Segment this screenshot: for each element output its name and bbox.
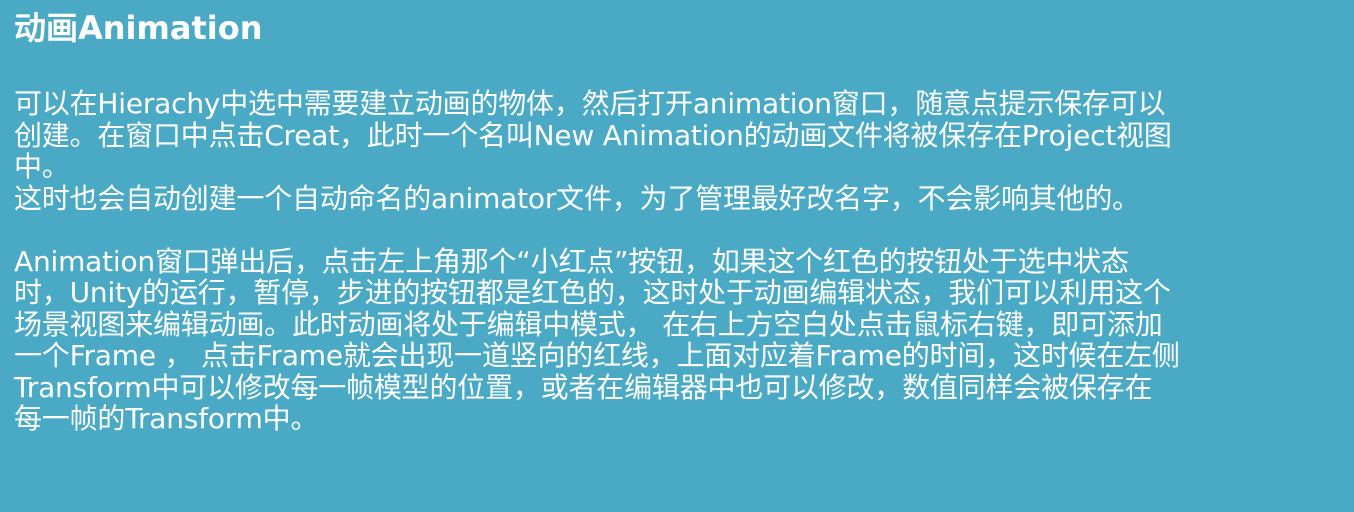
text-line: 每一帧的Transform中。 [14,402,319,435]
text-line: Animation窗口弹出后，点击左上角那个“小红点”按钮，如果这个红色的按钮处… [14,244,1129,278]
text-line: Transform中可以修改每一帧模型的位置，或者在编辑器中也可以修改，数值同样… [14,370,1153,404]
text-line: 可以在Hierachy中选中需要建立动画的物体，然后打开animation窗口，… [14,87,1166,120]
text-line: 场景视图来编辑动画。此时动画将处于编辑中模式， 在右上方空白处点击鼠标右键，即可… [14,307,1163,341]
text-line: 时，Unity的运行，暂停，步进的按钮都是红色的，这时处于动画编辑状态，我们可以… [14,276,1171,309]
paragraph-2: Animation窗口弹出后，点击左上角那个“小红点”按钮，如果这个红色的按钮处… [14,244,1340,435]
text-line: 中。 [14,150,70,183]
text-line: 一个Frame ， 点击Frame就会出现一道竖向的红线，上面对应着Frame的… [14,339,1180,372]
slide-body: 可以在Hierachy中选中需要建立动画的物体，然后打开animation窗口，… [14,88,1340,435]
slide: 动画Animation 可以在Hierachy中选中需要建立动画的物体，然后打开… [0,0,1354,512]
text-line: 创建。在窗口中点击Creat，此时一个名叫New Animation的动画文件将… [14,118,1172,152]
paragraph-1: 可以在Hierachy中选中需要建立动画的物体，然后打开animation窗口，… [14,88,1340,214]
slide-title: 动画Animation [14,9,263,47]
text-line: 这时也会自动创建一个自动命名的animator文件，为了管理最好改名字，不会影响… [14,181,1140,215]
